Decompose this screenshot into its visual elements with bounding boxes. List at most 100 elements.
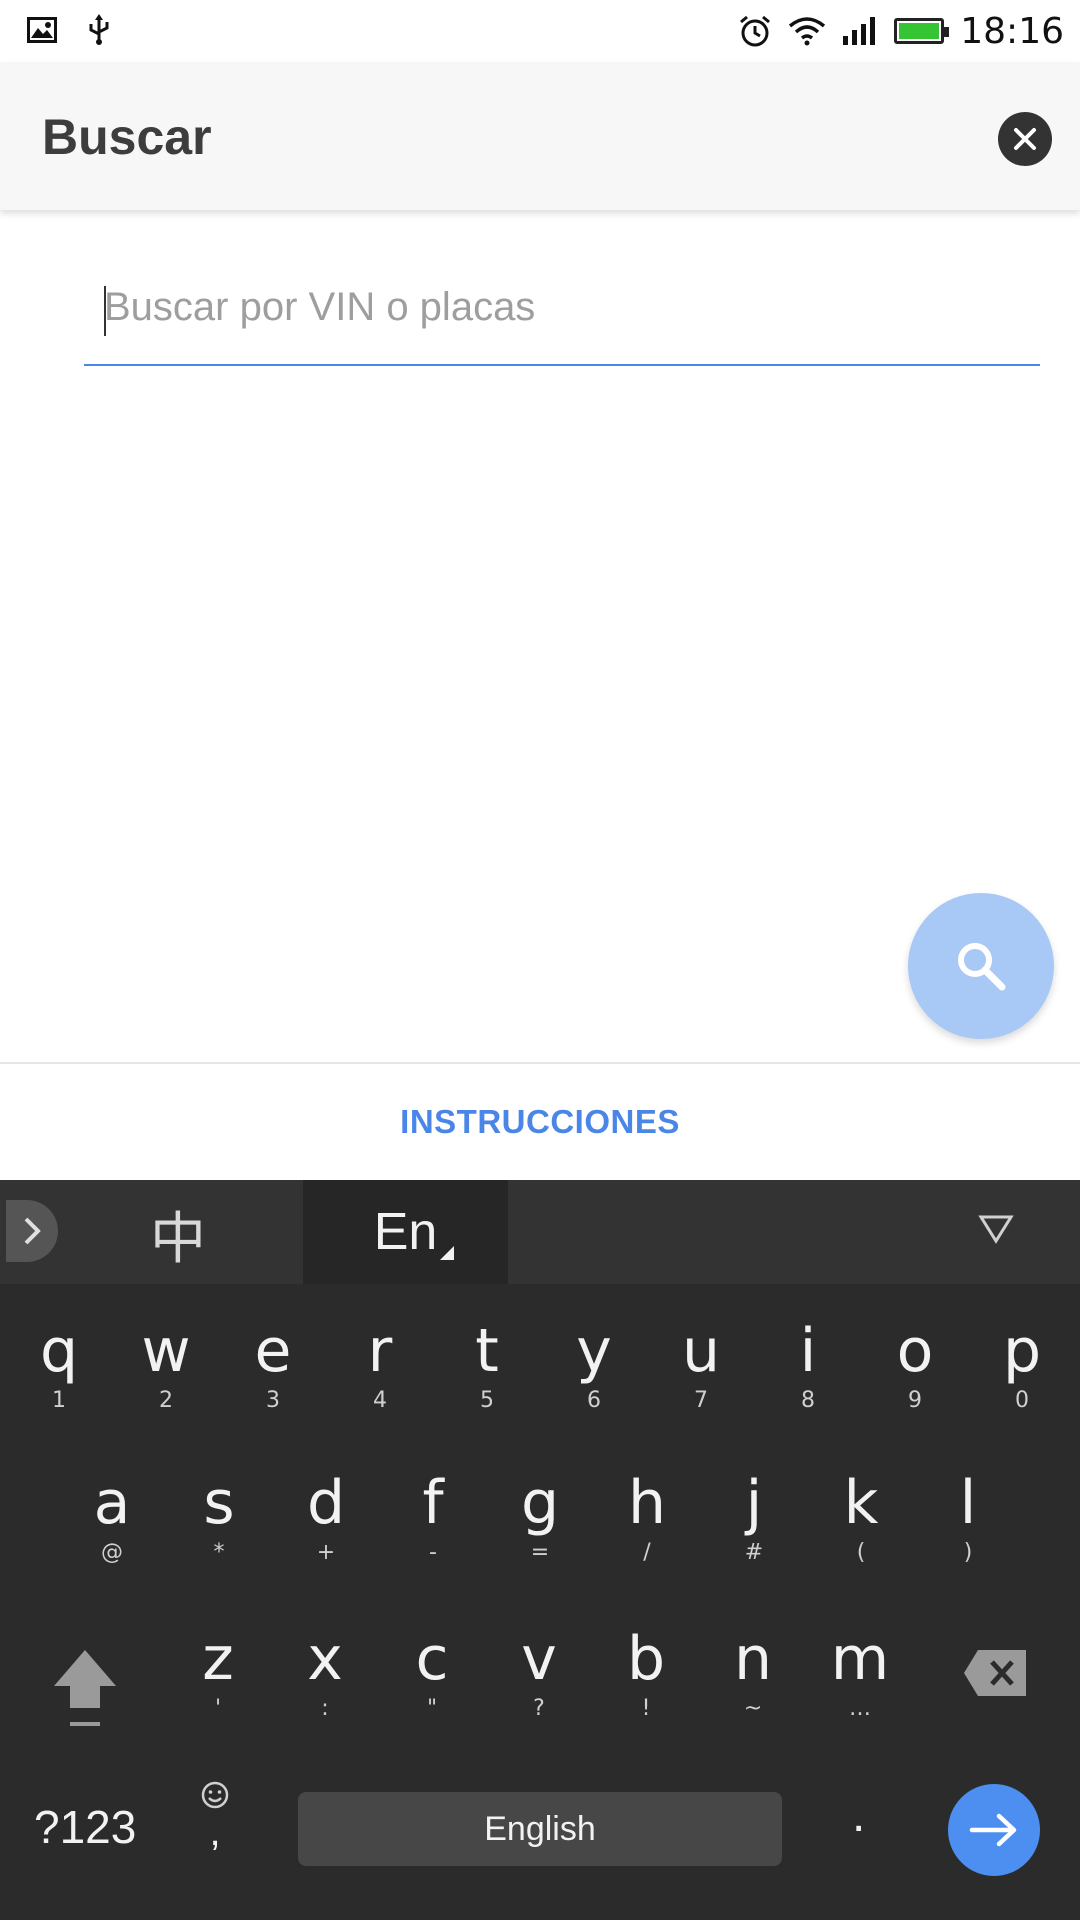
key-sub-label: 6 (587, 1388, 601, 1413)
text-cursor (104, 286, 106, 336)
key-main-label: u (681, 1316, 721, 1386)
status-bar: 18:16 (0, 0, 1080, 62)
key-sub-label: ( (856, 1540, 866, 1565)
key-u[interactable]: u7 (671, 1320, 731, 1413)
instructions-label: INSTRUCCIONES (400, 1103, 680, 1140)
language-english-key[interactable]: En (303, 1180, 508, 1284)
key-main-label: z (202, 1624, 234, 1694)
key-y[interactable]: y6 (564, 1320, 624, 1413)
arrow-right-icon (969, 1813, 1017, 1847)
key-h[interactable]: h / (617, 1472, 677, 1565)
key-sub-label: ! (641, 1696, 651, 1721)
key-sub-label: * (213, 1540, 225, 1565)
key-main-label: t (475, 1316, 499, 1386)
key-main-label: l (959, 1468, 977, 1538)
key-sub-label: 8 (801, 1388, 815, 1413)
key-g[interactable]: g = (510, 1472, 570, 1565)
key-main-label: m (830, 1624, 890, 1694)
close-icon (1014, 128, 1036, 150)
period-key[interactable]: . (852, 1788, 865, 1843)
alarm-icon (740, 15, 771, 47)
enter-key[interactable] (948, 1784, 1040, 1876)
key-sub-label: … (849, 1696, 871, 1721)
key-sub-label: ? (533, 1696, 545, 1721)
image-icon (27, 17, 57, 43)
key-sub-label: = (530, 1540, 550, 1565)
key-v[interactable]: v? (509, 1628, 569, 1721)
key-main-label: o (896, 1316, 934, 1386)
key-sub-label: ) (963, 1540, 973, 1565)
key-main-label: c (415, 1624, 449, 1694)
key-e[interactable]: e3 (243, 1320, 303, 1413)
language-chinese-key[interactable]: 中 (150, 1194, 206, 1275)
page-title: Buscar (42, 109, 212, 165)
key-i[interactable]: i8 (778, 1320, 838, 1413)
key-main-label: w (141, 1316, 191, 1386)
search-icon (958, 943, 1006, 991)
key-sub-label: @ (101, 1540, 123, 1565)
keyboard-collapse-icon[interactable] (978, 1214, 1014, 1244)
emoji-comma-key[interactable]: , (200, 1780, 230, 1855)
key-m[interactable]: m… (830, 1628, 890, 1721)
key-w[interactable]: w2 (136, 1320, 196, 1413)
key-x[interactable]: x: (295, 1628, 355, 1721)
key-sub-label: - (429, 1540, 437, 1565)
key-t[interactable]: t5 (457, 1320, 517, 1413)
key-sub-label: 0 (1015, 1388, 1029, 1413)
comma-label: , (209, 1810, 221, 1854)
keyboard-expand-button[interactable] (6, 1200, 58, 1262)
key-j[interactable]: j # (724, 1472, 784, 1565)
key-main-label: p (1002, 1316, 1042, 1386)
shift-arrow-icon (54, 1650, 116, 1726)
key-main-label: a (93, 1468, 131, 1538)
key-main-label: r (367, 1316, 393, 1386)
key-sub-label: + (316, 1540, 336, 1565)
key-main-label: y (576, 1316, 612, 1386)
key-sub-label: ~ (743, 1696, 763, 1721)
key-r[interactable]: r4 (350, 1320, 410, 1413)
key-main-label: i (799, 1316, 817, 1386)
key-sub-label: / (643, 1540, 651, 1565)
key-sub-label: 3 (266, 1388, 280, 1413)
battery-icon (894, 18, 950, 44)
key-f[interactable]: f- (403, 1472, 463, 1565)
key-l[interactable]: l) (938, 1472, 998, 1565)
key-q[interactable]: q1 (29, 1320, 89, 1413)
key-main-label: f (422, 1468, 444, 1538)
search-input[interactable] (84, 270, 1040, 344)
shift-key[interactable] (50, 1646, 120, 1730)
key-s[interactable]: s * (189, 1472, 249, 1565)
key-k[interactable]: k( (831, 1472, 891, 1565)
close-button[interactable] (998, 112, 1052, 166)
key-sub-label: 2 (159, 1388, 173, 1413)
key-z[interactable]: z ' (188, 1628, 248, 1721)
backspace-key[interactable] (962, 1648, 1028, 1703)
key-b[interactable]: b! (616, 1628, 676, 1721)
key-a[interactable]: a @ (82, 1472, 142, 1565)
key-p[interactable]: p0 (992, 1320, 1052, 1413)
wifi-icon (789, 17, 826, 46)
symbols-key[interactable]: ?123 (34, 1800, 136, 1854)
key-sub-label: " (426, 1696, 438, 1721)
language-corner-indicator (440, 1246, 454, 1260)
key-main-label: d (306, 1468, 346, 1538)
key-c[interactable]: c " (402, 1628, 462, 1721)
key-sub-label: 4 (373, 1388, 387, 1413)
app-bar: Buscar (0, 62, 1080, 210)
key-sub-label: # (744, 1540, 764, 1565)
search-field[interactable] (84, 270, 1040, 366)
key-sub-label: 1 (52, 1388, 66, 1413)
key-sub-label: 5 (480, 1388, 494, 1413)
key-n[interactable]: n ~ (723, 1628, 783, 1721)
space-key[interactable]: English (298, 1792, 782, 1866)
key-sub-label: 7 (694, 1388, 708, 1413)
key-o[interactable]: o9 (885, 1320, 945, 1413)
chevron-right-icon (24, 1217, 41, 1245)
backspace-icon (964, 1650, 1026, 1696)
key-d[interactable]: d + (296, 1472, 356, 1565)
key-main-label: h (627, 1468, 667, 1538)
key-sub-label: 9 (908, 1388, 922, 1413)
instructions-button[interactable]: INSTRUCCIONES (0, 1062, 1080, 1180)
search-fab-button[interactable] (908, 893, 1054, 1039)
usb-icon (89, 14, 109, 45)
